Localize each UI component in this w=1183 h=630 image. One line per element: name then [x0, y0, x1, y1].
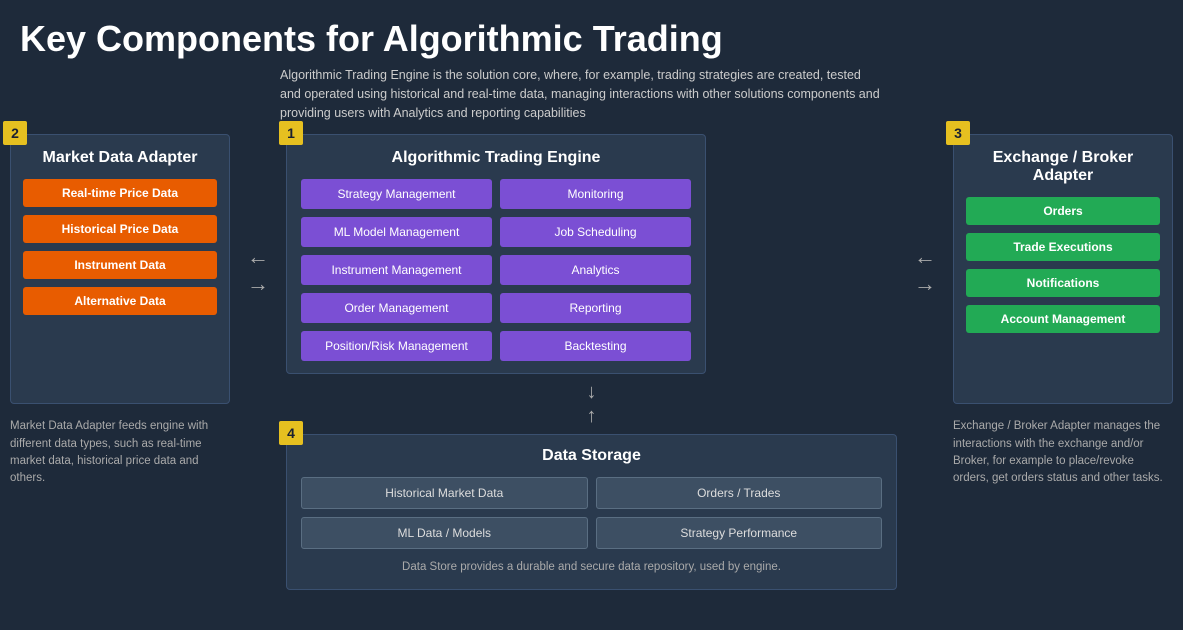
- historical-market-data-btn: Historical Market Data: [301, 477, 588, 509]
- backtesting-btn: Backtesting: [500, 331, 691, 361]
- real-time-price-btn: Real-time Price Data: [23, 179, 217, 207]
- trading-engine-box: 1 Algorithmic Trading Engine Strategy Ma…: [286, 134, 706, 374]
- ml-data-models-btn: ML Data / Models: [301, 517, 588, 549]
- exchange-broker-box: 3 Exchange / Broker Adapter Orders Trade…: [953, 134, 1173, 404]
- reporting-btn: Reporting: [500, 293, 691, 323]
- page-description: Algorithmic Trading Engine is the soluti…: [0, 66, 900, 134]
- trade-executions-btn: Trade Executions: [966, 233, 1160, 261]
- account-management-btn: Account Management: [966, 305, 1160, 333]
- monitoring-btn: Monitoring: [500, 179, 691, 209]
- vertical-arrows: ↓↑: [286, 380, 897, 428]
- order-management-btn: Order Management: [301, 293, 492, 323]
- exchange-title: Exchange / Broker Adapter: [966, 149, 1160, 185]
- market-data-adapter-box: 2 Market Data Adapter Real-time Price Da…: [10, 134, 230, 404]
- orders-btn: Orders: [966, 197, 1160, 225]
- arrow-left-right: ← →: [240, 134, 276, 297]
- exchange-number: 3: [946, 121, 970, 145]
- main-layout: 2 Market Data Adapter Real-time Price Da…: [0, 134, 1183, 589]
- engine-title: Algorithmic Trading Engine: [301, 149, 691, 167]
- job-scheduling-btn: Job Scheduling: [500, 217, 691, 247]
- notifications-btn: Notifications: [966, 269, 1160, 297]
- orders-trades-btn: Orders / Trades: [596, 477, 883, 509]
- market-data-title: Market Data Adapter: [23, 149, 217, 167]
- ml-model-management-btn: ML Model Management: [301, 217, 492, 247]
- strategy-performance-btn: Strategy Performance: [596, 517, 883, 549]
- alternative-data-btn: Alternative Data: [23, 287, 217, 315]
- strategy-management-btn: Strategy Management: [301, 179, 492, 209]
- analytics-btn: Analytics: [500, 255, 691, 285]
- engine-grid: Strategy Management Monitoring ML Model …: [301, 179, 691, 361]
- instrument-data-btn: Instrument Data: [23, 251, 217, 279]
- instrument-management-btn: Instrument Management: [301, 255, 492, 285]
- storage-footnote: Data Store provides a durable and secure…: [301, 559, 882, 576]
- position-risk-btn: Position/Risk Management: [301, 331, 492, 361]
- storage-number: 4: [279, 421, 303, 445]
- exchange-footnote: Exchange / Broker Adapter manages the in…: [953, 418, 1163, 487]
- arrow-right-left: ← →: [907, 134, 943, 297]
- data-storage-box: 4 Data Storage Historical Market Data Or…: [286, 434, 897, 589]
- market-data-footnote: Market Data Adapter feeds engine with di…: [10, 418, 220, 487]
- storage-grid: Historical Market Data Orders / Trades M…: [301, 477, 882, 549]
- storage-title: Data Storage: [301, 447, 882, 465]
- engine-number: 1: [279, 121, 303, 145]
- historical-price-btn: Historical Price Data: [23, 215, 217, 243]
- page-title: Key Components for Algorithmic Trading: [0, 0, 1183, 66]
- center-column: 1 Algorithmic Trading Engine Strategy Ma…: [286, 134, 897, 589]
- market-data-number: 2: [3, 121, 27, 145]
